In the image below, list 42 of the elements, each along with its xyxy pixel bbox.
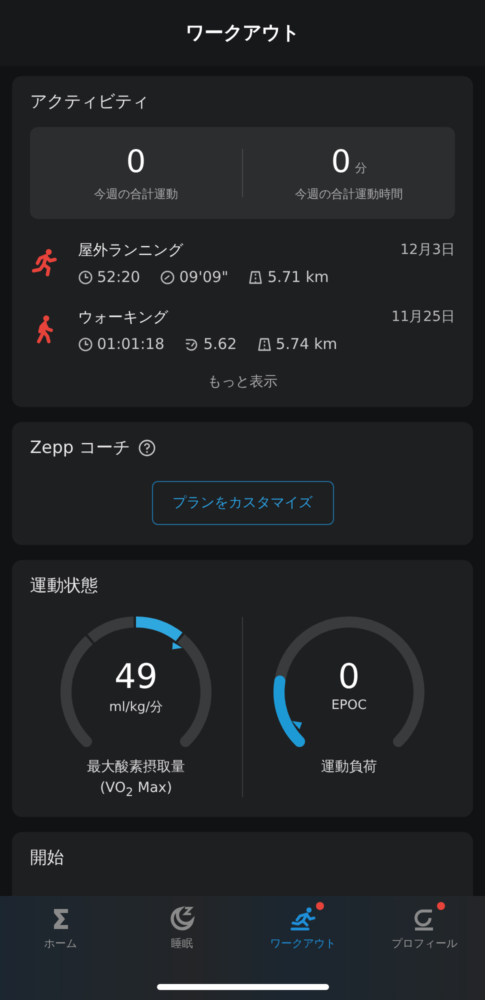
gauge-value: 49 bbox=[114, 659, 158, 696]
workout-date: 12月3日 bbox=[400, 241, 455, 260]
customize-plan-button[interactable]: プランをカスタマイズ bbox=[152, 481, 334, 525]
card-title: 開始 bbox=[30, 847, 65, 870]
stat-value: 5.62 bbox=[203, 335, 237, 353]
road-icon bbox=[248, 270, 264, 284]
summary-unit: 分 bbox=[354, 160, 367, 176]
summary-value: 0 bbox=[331, 144, 351, 180]
gauge-value: 0 bbox=[338, 659, 360, 696]
tab[interactable]: ホーム bbox=[0, 904, 122, 951]
card-title: Zepp コーチ bbox=[30, 437, 130, 459]
clock-icon bbox=[78, 270, 93, 284]
gauge-icon bbox=[160, 270, 176, 284]
card-title: 運動状態 bbox=[30, 575, 99, 597]
gauge-sublabel: (VO$_{2}$ Max) bbox=[100, 779, 172, 801]
workout-row[interactable]: 屋外ランニング 12月3日 52:20 09'09" 5.71 km bbox=[30, 241, 455, 286]
card-title: アクティビティ bbox=[30, 91, 150, 113]
workout-name: ウォーキング bbox=[78, 308, 168, 327]
workout-date: 11月25日 bbox=[391, 308, 455, 327]
gauge-label: 運動負荷 bbox=[321, 758, 377, 777]
tab[interactable]: プロフィール bbox=[364, 904, 485, 951]
gauge-unit: ml/kg/分 bbox=[109, 699, 163, 716]
summary-label: 今週の合計運動 bbox=[94, 186, 178, 202]
gauge-label: 最大酸素摂取量 bbox=[87, 758, 185, 777]
stat-value: 01:01:18 bbox=[97, 335, 164, 353]
screen-title: ワークアウト bbox=[186, 21, 300, 46]
workout-name: 屋外ランニング bbox=[78, 241, 183, 260]
gauge-unit: EPOC bbox=[331, 698, 367, 714]
summary-value: 0 bbox=[126, 144, 146, 180]
stat-value: 5.71 km bbox=[267, 268, 329, 286]
show-more-link[interactable]: もっと表示 bbox=[208, 373, 278, 391]
clock-icon bbox=[78, 336, 93, 352]
summary-label: 今週の合計運動時間 bbox=[295, 186, 403, 202]
road-icon bbox=[256, 336, 272, 352]
help-icon[interactable] bbox=[138, 438, 156, 456]
stat-value: 5.74 km bbox=[276, 335, 338, 353]
workout-row[interactable]: ウォーキング 11月25日 01:01:18 5.62 5.74 km bbox=[30, 308, 455, 353]
tab[interactable]: ワークアウト bbox=[242, 904, 364, 951]
stat-value: 09'09" bbox=[179, 268, 228, 286]
gauge-icon bbox=[184, 336, 200, 352]
tab[interactable]: 睡眠 bbox=[121, 904, 242, 951]
stat-value: 52:20 bbox=[97, 268, 140, 286]
